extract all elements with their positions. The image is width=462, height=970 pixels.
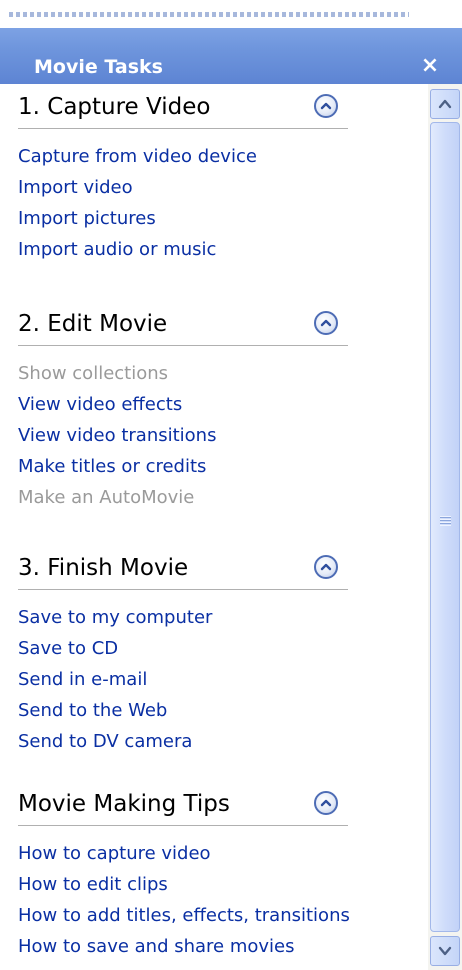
section-links: How to capture video How to edit clips H…	[18, 826, 428, 962]
link-import-audio-or-music[interactable]: Import audio or music	[18, 234, 428, 265]
section-header: 2. Edit Movie	[18, 301, 348, 346]
link-send-in-email[interactable]: Send in e-mail	[18, 664, 428, 695]
task-pane: 1. Capture Video Capture from video devi…	[0, 84, 428, 970]
section-links: Show collections View video effects View…	[18, 346, 428, 513]
section-header: 3. Finish Movie	[18, 545, 348, 590]
chevron-up-icon	[320, 563, 332, 571]
panel-title: Movie Tasks	[34, 56, 163, 78]
collapse-button[interactable]	[314, 555, 338, 579]
link-make-an-automovie: Make an AutoMovie	[18, 487, 195, 508]
panel-grip[interactable]	[0, 0, 462, 28]
scroll-thumb[interactable]	[430, 122, 460, 932]
grip-dots	[9, 12, 409, 17]
link-view-video-transitions[interactable]: View video transitions	[18, 420, 428, 451]
link-send-to-dv-camera[interactable]: Send to DV camera	[18, 726, 428, 757]
link-make-titles-or-credits[interactable]: Make titles or credits	[18, 451, 428, 482]
link-import-video[interactable]: Import video	[18, 172, 428, 203]
link-how-to-add-titles-effects-transitions[interactable]: How to add titles, effects, transitions	[18, 900, 428, 931]
link-capture-from-video-device[interactable]: Capture from video device	[18, 141, 428, 172]
section-title: 3. Finish Movie	[18, 555, 189, 581]
link-how-to-save-and-share-movies[interactable]: How to save and share movies	[18, 931, 428, 962]
chevron-up-icon	[320, 799, 332, 807]
arrow-up-icon	[438, 99, 452, 109]
collapse-button[interactable]	[314, 94, 338, 118]
section-title: 1. Capture Video	[18, 94, 211, 120]
section-header: 1. Capture Video	[18, 84, 348, 129]
section-links: Save to my computer Save to CD Send in e…	[18, 590, 428, 757]
section-title: Movie Making Tips	[18, 791, 230, 817]
link-how-to-capture-video[interactable]: How to capture video	[18, 838, 428, 869]
vertical-scrollbar[interactable]	[428, 84, 462, 970]
scroll-up-button[interactable]	[430, 89, 460, 119]
chevron-up-icon	[320, 319, 332, 327]
section-header: Movie Making Tips	[18, 781, 348, 826]
chevron-up-icon	[320, 102, 332, 110]
collapse-button[interactable]	[314, 311, 338, 335]
scroll-down-button[interactable]	[430, 936, 460, 966]
link-view-video-effects[interactable]: View video effects	[18, 389, 428, 420]
collapse-button[interactable]	[314, 791, 338, 815]
close-icon: ×	[420, 53, 440, 78]
link-show-collections: Show collections	[18, 363, 169, 384]
link-save-to-cd[interactable]: Save to CD	[18, 633, 428, 664]
section-edit-movie: 2. Edit Movie Show collections View vide…	[18, 301, 428, 513]
section-finish-movie: 3. Finish Movie Save to my computer Save…	[18, 545, 428, 757]
thumb-grip-icon	[440, 516, 451, 526]
section-links: Capture from video device Import video I…	[18, 129, 428, 265]
close-button[interactable]: ×	[416, 52, 444, 80]
link-how-to-edit-clips[interactable]: How to edit clips	[18, 869, 428, 900]
section-capture-video: 1. Capture Video Capture from video devi…	[18, 84, 428, 265]
link-save-to-my-computer[interactable]: Save to my computer	[18, 602, 428, 633]
link-send-to-the-web[interactable]: Send to the Web	[18, 695, 428, 726]
arrow-down-icon	[438, 946, 452, 956]
section-title: 2. Edit Movie	[18, 311, 168, 337]
link-import-pictures[interactable]: Import pictures	[18, 203, 428, 234]
section-movie-making-tips: Movie Making Tips How to capture video H…	[18, 781, 428, 962]
